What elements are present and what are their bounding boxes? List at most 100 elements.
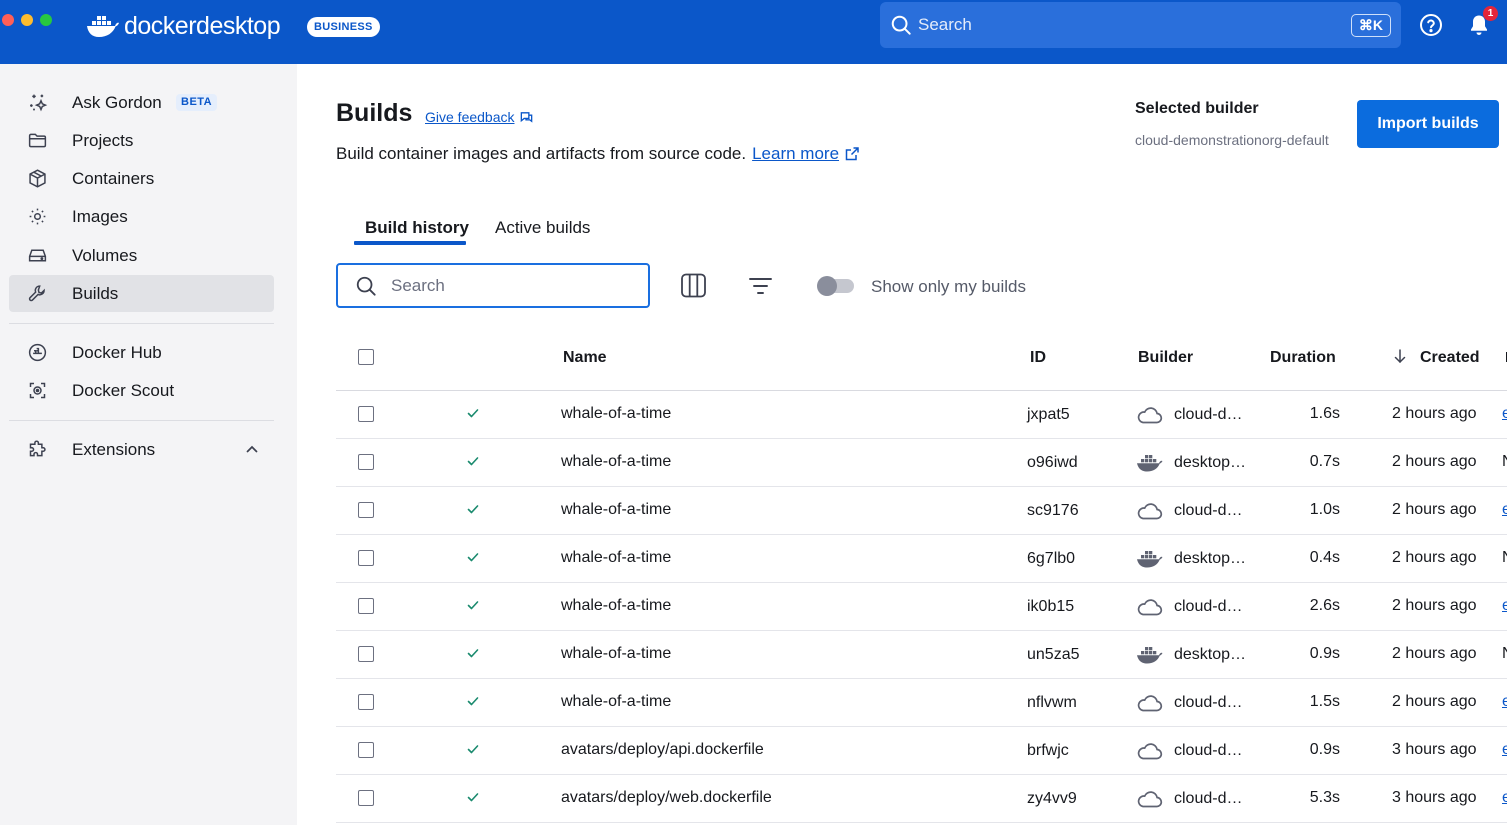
sidebar-item-builds[interactable]: Builds bbox=[9, 275, 274, 312]
give-feedback-link[interactable]: Give feedback bbox=[425, 109, 534, 125]
build-search-input[interactable]: Search bbox=[336, 263, 650, 308]
docker-builder-icon bbox=[1136, 548, 1163, 569]
truncated-column-value[interactable]: e bbox=[1502, 741, 1507, 759]
row-checkbox[interactable] bbox=[358, 454, 374, 470]
row-checkbox[interactable] bbox=[358, 694, 374, 710]
truncated-column-value[interactable]: e bbox=[1502, 597, 1507, 615]
cloud-builder-icon bbox=[1136, 404, 1163, 425]
sort-descending-icon[interactable] bbox=[1392, 348, 1408, 364]
cloud-builder-icon bbox=[1136, 740, 1163, 761]
sidebar-item-label: Docker Hub bbox=[72, 342, 162, 362]
row-checkbox[interactable] bbox=[358, 646, 374, 662]
help-icon[interactable] bbox=[1419, 13, 1443, 37]
build-id: un5za5 bbox=[1027, 646, 1080, 663]
table-row[interactable]: whale-of-a-time un5za5 desktop… 0.9s 2 hours… bbox=[336, 631, 1507, 679]
table-row[interactable]: whale-of-a-time sc9176 cloud-d… 1.0s 2 hours… bbox=[336, 487, 1507, 535]
build-name[interactable]: whale-of-a-time bbox=[561, 597, 671, 615]
learn-more-link[interactable]: Learn more bbox=[752, 144, 839, 164]
sidebar-item-label: Docker Scout bbox=[72, 380, 175, 400]
table-row[interactable]: whale-of-a-time o96iwd desktop… 0.7s 2 hours… bbox=[336, 439, 1507, 487]
filter-icon[interactable] bbox=[748, 274, 773, 298]
build-name[interactable]: whale-of-a-time bbox=[561, 405, 671, 423]
tab-build-history[interactable]: Build history bbox=[365, 218, 469, 238]
chevron-up-icon[interactable] bbox=[245, 442, 259, 456]
sidebar-item-projects[interactable]: Projects bbox=[9, 122, 274, 159]
row-checkbox[interactable] bbox=[358, 406, 374, 422]
truncated-column-value[interactable]: e bbox=[1502, 693, 1507, 711]
row-checkbox[interactable] bbox=[358, 790, 374, 806]
sidebar-item-volumes[interactable]: Volumes bbox=[9, 237, 274, 274]
row-checkbox[interactable] bbox=[358, 742, 374, 758]
build-duration: 1.5s bbox=[1309, 693, 1340, 710]
sidebar-item-docker-hub[interactable]: Docker Hub bbox=[9, 334, 274, 371]
window-minimize-button[interactable] bbox=[21, 14, 33, 26]
build-id: o96iwd bbox=[1027, 454, 1078, 471]
column-header-builder[interactable]: Builder bbox=[1138, 349, 1193, 367]
truncated-column-value[interactable]: e bbox=[1502, 789, 1507, 807]
build-duration: 0.7s bbox=[1309, 453, 1340, 470]
builder-name: desktop… bbox=[1174, 454, 1247, 471]
builder-name: cloud-d… bbox=[1174, 502, 1243, 519]
build-name[interactable]: whale-of-a-time bbox=[561, 453, 671, 471]
build-name[interactable]: whale-of-a-time bbox=[561, 693, 671, 711]
build-name[interactable]: avatars/deploy/web.dockerfile bbox=[561, 789, 772, 807]
give-feedback-label: Give feedback bbox=[425, 109, 515, 125]
build-search-placeholder: Search bbox=[391, 275, 445, 295]
sidebar-item-docker-scout[interactable]: Docker Scout bbox=[9, 372, 274, 409]
select-all-checkbox[interactable] bbox=[358, 349, 374, 365]
build-name[interactable]: whale-of-a-time bbox=[561, 645, 671, 663]
my-builds-toggle[interactable] bbox=[817, 276, 854, 296]
build-id: nflvwm bbox=[1027, 694, 1077, 711]
build-duration: 1.0s bbox=[1309, 501, 1340, 518]
row-checkbox[interactable] bbox=[358, 502, 374, 518]
docker-hub-icon bbox=[28, 343, 47, 362]
search-icon bbox=[356, 276, 376, 296]
selected-builder-label: Selected builder bbox=[1135, 100, 1259, 117]
window-close-button[interactable] bbox=[2, 14, 14, 26]
build-name[interactable]: whale-of-a-time bbox=[561, 549, 671, 567]
builder-name: desktop… bbox=[1174, 646, 1247, 663]
table-row[interactable]: whale-of-a-time 6g7lb0 desktop… 0.4s 2 hours… bbox=[336, 535, 1507, 583]
page-title: Builds bbox=[336, 99, 413, 127]
build-duration: 0.4s bbox=[1309, 549, 1340, 566]
truncated-column-value[interactable]: e bbox=[1502, 501, 1507, 519]
table-row[interactable]: avatars/deploy/api.dockerfile brfwjc cloud… bbox=[336, 727, 1507, 775]
sidebar-item-containers[interactable]: Containers bbox=[9, 160, 274, 197]
sidebar-divider bbox=[9, 420, 274, 421]
subtitle-text: Build container images and artifacts fro… bbox=[336, 144, 747, 163]
sidebar: Ask Gordon BETA Projects Containers Imag… bbox=[0, 64, 297, 825]
window-zoom-button[interactable] bbox=[40, 14, 52, 26]
table-row[interactable]: whale-of-a-time ik0b15 cloud-d… 2.6s 2 hours… bbox=[336, 583, 1507, 631]
sparkle-icon bbox=[30, 94, 48, 112]
sidebar-item-ask-gordon[interactable]: Ask Gordon BETA bbox=[9, 84, 274, 121]
truncated-column-value[interactable]: e bbox=[1502, 405, 1507, 423]
tab-active-builds[interactable]: Active builds bbox=[495, 218, 590, 238]
global-search-bar[interactable]: Search ⌘K bbox=[880, 2, 1401, 48]
build-name[interactable]: whale-of-a-time bbox=[561, 501, 671, 519]
builder-name: cloud-d… bbox=[1174, 694, 1243, 711]
brand-suffix: desktop bbox=[196, 11, 281, 40]
sidebar-item-extensions[interactable]: Extensions bbox=[9, 431, 274, 468]
columns-icon[interactable] bbox=[680, 272, 707, 299]
column-header-id[interactable]: ID bbox=[1030, 349, 1046, 367]
column-header-name[interactable]: Name bbox=[563, 349, 607, 367]
row-checkbox[interactable] bbox=[358, 550, 374, 566]
build-id: ik0b15 bbox=[1027, 598, 1075, 615]
build-duration: 5.3s bbox=[1309, 789, 1340, 806]
feedback-chat-icon bbox=[520, 111, 532, 123]
sidebar-item-images[interactable]: Images bbox=[9, 198, 274, 235]
table-row[interactable]: whale-of-a-time jxpat5 cloud-d… 1.6s 2 hours… bbox=[336, 391, 1507, 439]
column-header-duration[interactable]: Duration bbox=[1270, 349, 1336, 367]
table-row[interactable]: whale-of-a-time nflvwm cloud-d… 1.5s 2 hours… bbox=[336, 679, 1507, 727]
success-check-icon bbox=[466, 742, 480, 756]
column-header-created[interactable]: Created bbox=[1420, 349, 1480, 367]
table-row[interactable]: avatars/deploy/web.dockerfile zy4vv9 cloud… bbox=[336, 775, 1507, 823]
sidebar-item-label: Containers bbox=[72, 168, 155, 188]
build-name[interactable]: avatars/deploy/api.dockerfile bbox=[561, 741, 764, 759]
import-builds-button[interactable]: Import builds bbox=[1357, 100, 1499, 148]
build-created: 2 hours ago bbox=[1392, 501, 1477, 518]
success-check-icon bbox=[466, 454, 480, 468]
cloud-builder-icon bbox=[1136, 788, 1163, 809]
external-link-icon[interactable] bbox=[844, 146, 860, 162]
row-checkbox[interactable] bbox=[358, 598, 374, 614]
